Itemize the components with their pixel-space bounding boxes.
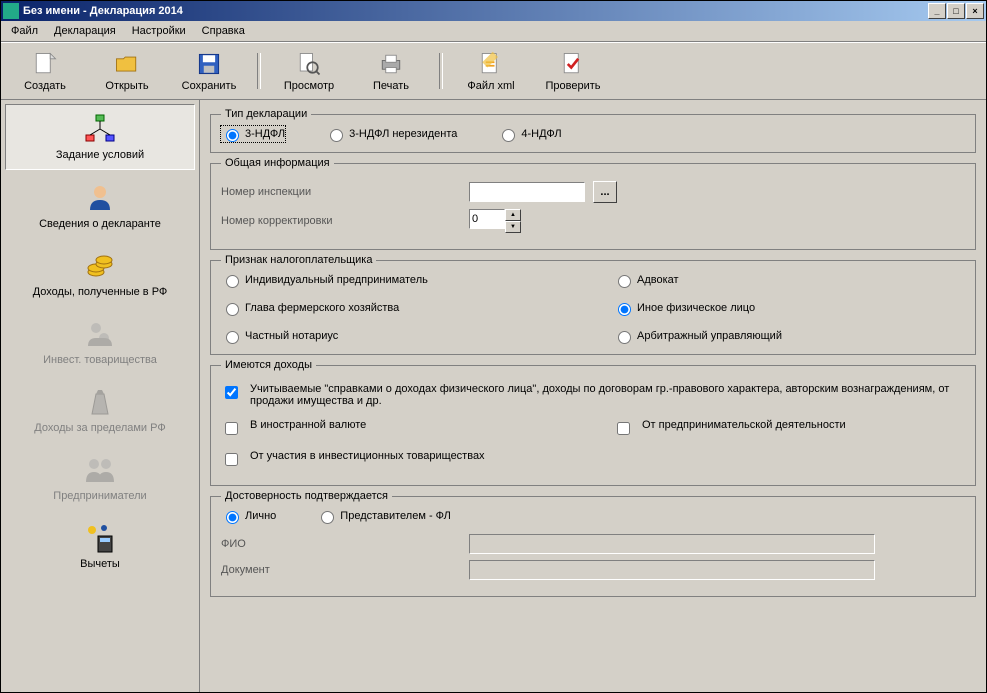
radio-3ndfl-nr[interactable]: 3-НДФЛ нерезидента xyxy=(325,126,457,142)
radio-lawyer[interactable]: Адвокат xyxy=(613,272,965,288)
label-doc: Документ xyxy=(221,564,461,576)
window-title: Без имени - Декларация 2014 xyxy=(23,5,183,17)
printer-icon xyxy=(377,50,405,78)
save-button[interactable]: Сохранить xyxy=(169,46,249,96)
group-confirm: Достоверность подтверждается Лично Предс… xyxy=(210,490,976,597)
new-file-icon xyxy=(31,50,59,78)
open-button[interactable]: Открыть xyxy=(87,46,167,96)
magnifier-page-icon xyxy=(295,50,323,78)
fio-input xyxy=(469,534,875,554)
label-fio: ФИО xyxy=(221,538,461,550)
check-button[interactable]: Проверить xyxy=(533,46,613,96)
folder-open-icon xyxy=(113,50,141,78)
correction-up-button[interactable]: ▲ xyxy=(505,209,521,221)
sidebar-item-income-foreign[interactable]: Доходы за пределами РФ xyxy=(5,378,195,442)
app-icon xyxy=(3,3,19,19)
radio-3ndfl[interactable]: 3-НДФЛ xyxy=(221,126,285,142)
money-bag-icon xyxy=(84,386,116,418)
preview-button[interactable]: Просмотр xyxy=(269,46,349,96)
group-general: Общая информация Номер инспекции ... Ном… xyxy=(210,157,976,250)
radio-4ndfl[interactable]: 4-НДФЛ xyxy=(497,126,561,142)
titlebar: Без имени - Декларация 2014 _ □ × xyxy=(1,1,986,21)
radio-notary[interactable]: Частный нотариус xyxy=(221,328,573,344)
menu-file[interactable]: Файл xyxy=(5,23,44,39)
check-page-icon xyxy=(559,50,587,78)
radio-self[interactable]: Лично xyxy=(221,508,276,524)
sidebar: Задание условий Сведения о декларанте До… xyxy=(1,100,200,692)
minimize-button[interactable]: _ xyxy=(928,3,946,19)
check-cert[interactable]: Учитываемые "справками о доходах физичес… xyxy=(221,383,965,407)
sidebar-item-conditions[interactable]: Задание условий xyxy=(5,104,195,170)
correction-input[interactable] xyxy=(469,209,505,229)
person-icon xyxy=(84,182,116,214)
toolbar: Создать Открыть Сохранить Просмотр Печат… xyxy=(1,42,986,100)
radio-farm[interactable]: Глава фермерского хозяйства xyxy=(221,300,573,316)
toolbar-separator-2 xyxy=(439,53,443,89)
sidebar-item-invest[interactable]: Инвест. товарищества xyxy=(5,310,195,374)
radio-rep[interactable]: Представителем - ФЛ xyxy=(316,508,451,524)
menu-settings[interactable]: Настройки xyxy=(126,23,192,39)
print-button[interactable]: Печать xyxy=(351,46,431,96)
tree-icon xyxy=(84,113,116,145)
content-panel: Тип декларации 3-НДФЛ 3-НДФЛ нерезидента… xyxy=(200,100,986,692)
menu-declaration[interactable]: Декларация xyxy=(48,23,122,39)
radio-arbitr[interactable]: Арбитражный управляющий xyxy=(613,328,965,344)
sidebar-item-entrepreneurs[interactable]: Предприниматели xyxy=(5,446,195,510)
xml-button[interactable]: Файл xml xyxy=(451,46,531,96)
calculator-icon xyxy=(84,522,116,554)
sidebar-item-declarant[interactable]: Сведения о декларанте xyxy=(5,174,195,238)
close-button[interactable]: × xyxy=(966,3,984,19)
floppy-disk-icon xyxy=(195,50,223,78)
group-taxpayer: Признак налогоплательщика Индивидуальный… xyxy=(210,254,976,355)
correction-down-button[interactable]: ▼ xyxy=(505,221,521,233)
group-decl-type: Тип декларации 3-НДФЛ 3-НДФЛ нерезидента… xyxy=(210,108,976,153)
menu-help[interactable]: Справка xyxy=(196,23,251,39)
coins-icon xyxy=(84,250,116,282)
inspection-input[interactable] xyxy=(469,182,585,202)
check-biz[interactable]: От предпринимательской деятельности xyxy=(613,419,965,438)
check-invest[interactable]: От участия в инвестиционных товарищества… xyxy=(221,450,965,469)
menubar: Файл Декларация Настройки Справка xyxy=(1,21,986,42)
label-inspection: Номер инспекции xyxy=(221,186,461,198)
sidebar-item-income-rf[interactable]: Доходы, полученные в РФ xyxy=(5,242,195,306)
maximize-button[interactable]: □ xyxy=(947,3,965,19)
toolbar-separator xyxy=(257,53,261,89)
check-foreign[interactable]: В иностранной валюте xyxy=(221,419,573,438)
doc-input xyxy=(469,560,875,580)
sidebar-item-deductions[interactable]: Вычеты xyxy=(5,514,195,578)
radio-other[interactable]: Иное физическое лицо xyxy=(613,300,965,316)
create-button[interactable]: Создать xyxy=(5,46,85,96)
group-income: Имеются доходы Учитываемые "справками о … xyxy=(210,359,976,486)
app-window: Без имени - Декларация 2014 _ □ × Файл Д… xyxy=(0,0,987,693)
invest-icon xyxy=(84,318,116,350)
people-icon xyxy=(84,454,116,486)
label-correction: Номер корректировки xyxy=(221,215,461,227)
xml-file-icon xyxy=(477,50,505,78)
radio-ip[interactable]: Индивидуальный предприниматель xyxy=(221,272,573,288)
inspection-browse-button[interactable]: ... xyxy=(593,181,617,203)
